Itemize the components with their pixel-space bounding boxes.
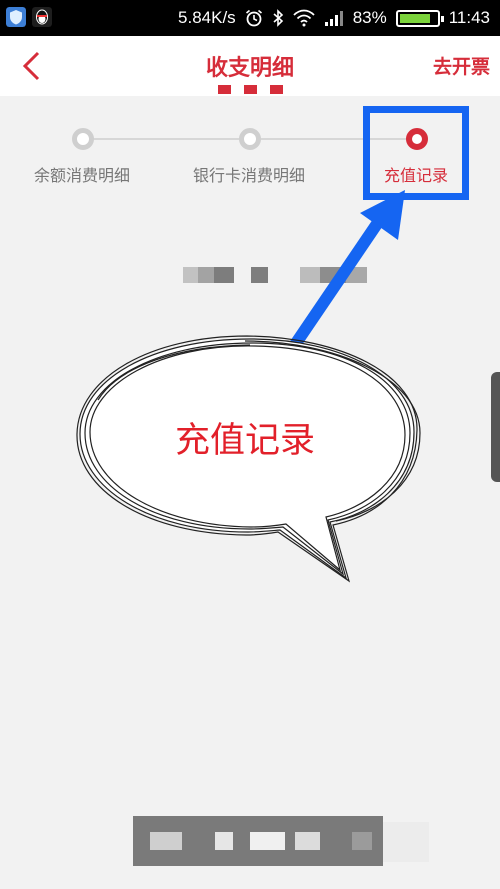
bubble-text: 充值记录 — [174, 421, 315, 461]
edge-scroll-handle[interactable] — [491, 372, 500, 482]
arrow-shaft — [285, 211, 388, 356]
